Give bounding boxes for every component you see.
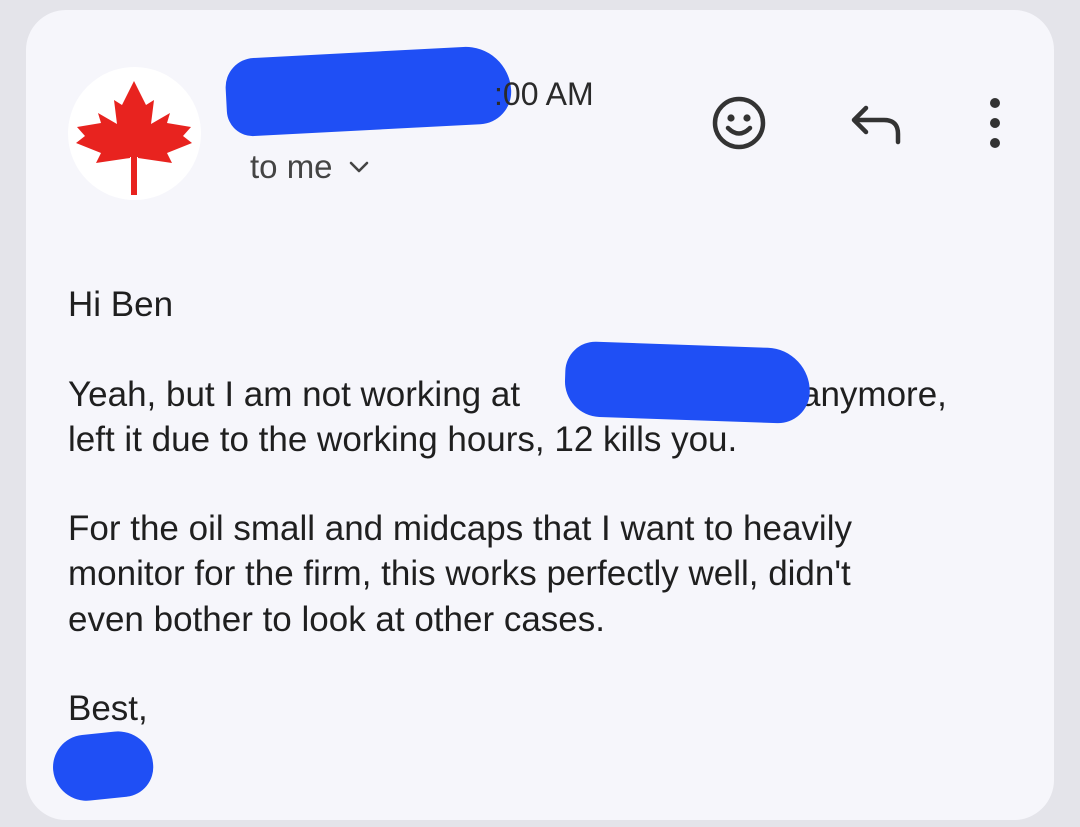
email-paragraph1-line1: Yeah, but I am not working at anymore, <box>68 372 947 417</box>
paragraph1-text-before: Yeah, but I am not working at <box>68 375 521 414</box>
reply-arrow-icon <box>851 105 901 145</box>
recipient-label: to me <box>250 148 333 185</box>
emoji-reaction-button[interactable] <box>711 95 767 151</box>
more-options-button[interactable] <box>978 94 1012 152</box>
email-greeting: Hi Ben <box>68 285 174 324</box>
smiley-face-icon <box>712 96 766 150</box>
email-paragraph2-line3: even bother to look at other cases. <box>68 600 605 639</box>
redacted-sender-name <box>224 44 513 138</box>
paragraph1-text-after: anymore, <box>801 375 947 414</box>
more-vertical-icon <box>990 98 1000 148</box>
chevron-down-icon <box>349 161 368 173</box>
email-paragraph1-line2: left it due to the working hours, 12 kil… <box>68 420 738 459</box>
recipient-toggle[interactable]: to me <box>250 148 369 186</box>
email-signoff: Best, <box>68 689 148 728</box>
reply-button[interactable] <box>846 98 906 148</box>
email-time: :00 AM <box>494 76 594 112</box>
redacted-company-name <box>563 340 812 425</box>
canada-maple-leaf-icon <box>76 81 192 195</box>
sender-avatar[interactable] <box>68 67 201 200</box>
email-paragraph2-line2: monitor for the firm, this works perfect… <box>68 554 851 593</box>
email-paragraph2-line1: For the oil small and midcaps that I wan… <box>68 509 852 548</box>
